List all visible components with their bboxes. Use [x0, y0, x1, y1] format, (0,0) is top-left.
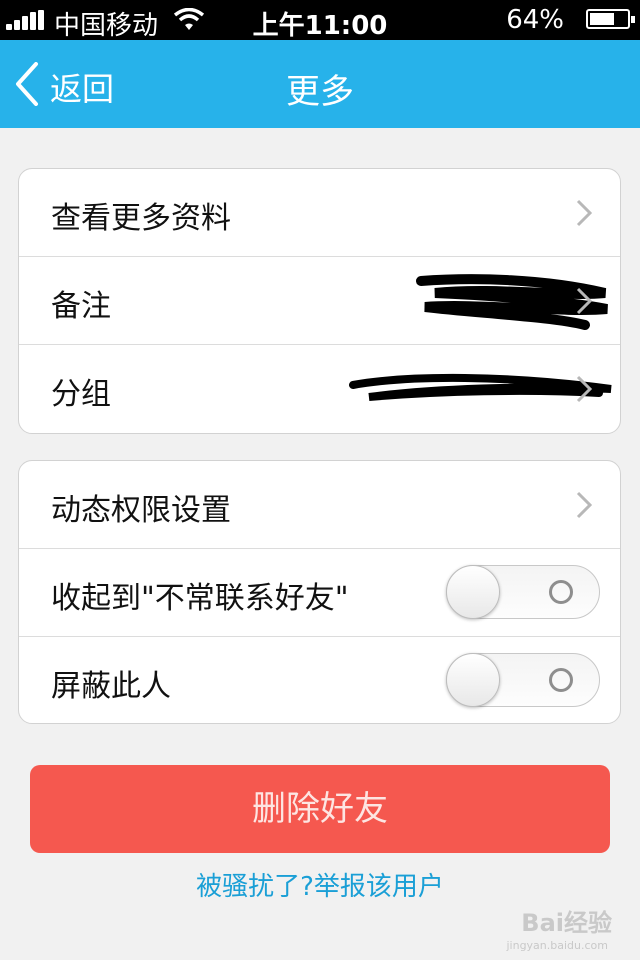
- row-more-info[interactable]: 查看更多资料: [19, 169, 620, 257]
- off-indicator-icon: [549, 668, 573, 692]
- page-title: 更多: [286, 72, 354, 112]
- chevron-right-icon: [576, 491, 592, 519]
- row-group[interactable]: 分组: [19, 345, 620, 433]
- off-indicator-icon: [549, 580, 573, 604]
- status-bar: 中国移动 上午11:00 64%: [0, 0, 640, 41]
- profile-group: 查看更多资料 备注 分组: [18, 168, 621, 434]
- watermark-logo: Bai经验: [521, 909, 612, 937]
- row-label: 备注: [51, 289, 111, 324]
- chevron-right-icon: [576, 287, 592, 315]
- row-label: 动态权限设置: [51, 493, 231, 528]
- row-label: 查看更多资料: [51, 201, 231, 236]
- battery-icon: [586, 9, 635, 29]
- row-remark[interactable]: 备注: [19, 257, 620, 345]
- row-label: 收起到"不常联系好友": [51, 581, 349, 616]
- row-label: 分组: [51, 377, 111, 412]
- row-feed-permissions[interactable]: 动态权限设置: [19, 461, 620, 549]
- watermark-url: jingyan.baidu.com: [506, 939, 608, 952]
- chevron-right-icon: [576, 199, 592, 227]
- nav-bar: 返回 更多: [0, 40, 640, 128]
- report-user-link[interactable]: 被骚扰了?举报该用户: [0, 866, 640, 903]
- toggle-knob: [446, 565, 500, 619]
- block-toggle[interactable]: [446, 653, 600, 707]
- row-label: 屏蔽此人: [51, 669, 171, 704]
- battery-percentage: 64%: [506, 5, 564, 35]
- toggle-knob: [446, 653, 500, 707]
- chevron-right-icon: [576, 375, 592, 403]
- row-collapse-to-infrequent: 收起到"不常联系好友": [19, 549, 620, 637]
- collapse-toggle[interactable]: [446, 565, 600, 619]
- delete-friend-button[interactable]: 删除好友: [30, 765, 610, 853]
- row-block-user: 屏蔽此人: [19, 637, 620, 723]
- settings-group: 动态权限设置 收起到"不常联系好友" 屏蔽此人: [18, 460, 621, 724]
